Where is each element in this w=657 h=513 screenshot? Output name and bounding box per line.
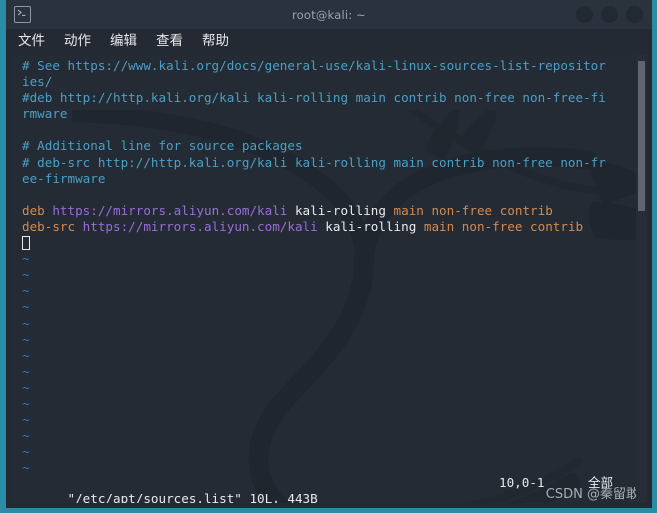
line-segment: https://www.kali.org/docs/general-use/ka… (67, 58, 606, 73)
tilde-row: ~ (22, 283, 647, 299)
tilde-glyph: ~ (22, 460, 30, 476)
status-file-info: "/etc/apt/sources.list" 10L, 443B (67, 491, 318, 503)
tilde-row: ~ (22, 251, 647, 267)
tilde-glyph: ~ (22, 379, 30, 395)
terminal-body[interactable]: # See https://www.kali.org/docs/general-… (12, 55, 647, 503)
line-segment-url: https://mirrors.aliyun.com/kali (82, 218, 318, 234)
line-segment-components: main non-free contrib (416, 218, 584, 234)
menu-item-view[interactable]: 查看 (156, 35, 183, 49)
terminal-icon (14, 6, 31, 23)
close-button[interactable] (626, 6, 643, 23)
tilde-row: ~ (22, 444, 647, 460)
terminal-screen: # See https://www.kali.org/docs/general-… (12, 55, 647, 503)
tilde-row: ~ (22, 348, 647, 364)
tilde-glyph: ~ (22, 315, 30, 331)
tilde-row: ~ (22, 428, 647, 444)
tilde-row: ~ (22, 316, 647, 332)
window-title: root@kali: ~ (291, 7, 367, 22)
line-segment-keyword: deb-src (22, 218, 83, 234)
maximize-button[interactable] (601, 6, 618, 23)
tilde-row: ~ (22, 412, 647, 428)
line-segment: # Additional line for source packages (22, 138, 303, 154)
terminal-line: # Additional line for source packages (22, 138, 647, 154)
tilde-glyph: ~ (22, 412, 30, 428)
window-controls (576, 0, 643, 29)
block-cursor (22, 236, 30, 251)
line-segment: #deb http://http.kali.org/kali kali-roll… (22, 90, 606, 106)
terminal-line-debsrc: deb-src https://mirrors.aliyun.com/kali … (22, 219, 647, 235)
tilde-row: ~ (22, 299, 647, 315)
scrollbar[interactable] (636, 55, 647, 503)
menu-item-file[interactable]: 文件 (18, 35, 45, 49)
line-segment: rmware (22, 106, 68, 122)
tilde-row: ~ (22, 364, 647, 380)
tilde-glyph: ~ (22, 283, 30, 299)
tilde-glyph: ~ (22, 331, 30, 347)
tilde-row: ~ (22, 380, 647, 396)
tilde-glyph: ~ (22, 251, 30, 267)
line-segment: # See (22, 58, 68, 73)
tilde-glyph: ~ (22, 267, 30, 283)
terminal-line: # See https://www.kali.org/docs/general-… (22, 58, 647, 74)
line-segment-components: main non-free contrib (385, 202, 553, 218)
tilde-glyph: ~ (22, 363, 30, 379)
menu-item-help[interactable]: 帮助 (202, 35, 229, 49)
menu-item-edit[interactable]: 编辑 (110, 35, 137, 49)
menu-item-actions[interactable]: 动作 (64, 35, 91, 49)
terminal-line: ee-firmware (22, 171, 647, 187)
title-bar[interactable]: root@kali: ~ (6, 0, 652, 29)
tilde-glyph: ~ (22, 444, 30, 460)
cursor-row (22, 235, 647, 251)
scrollbar-thumb[interactable] (638, 61, 645, 211)
terminal-line: rmware (22, 106, 647, 122)
terminal-window: root@kali: ~ 文件 动作 编辑 查看 帮助 # See https:… (0, 0, 657, 513)
line-segment: ies/ (22, 74, 53, 90)
terminal-line: #deb http://http.kali.org/kali kali-roll… (22, 90, 647, 106)
line-segment-suite: kali-rolling (287, 202, 386, 218)
menu-bar: 文件 动作 编辑 查看 帮助 (6, 29, 652, 55)
terminal-line: ies/ (22, 74, 647, 90)
tilde-glyph: ~ (22, 428, 30, 444)
tilde-row: ~ (22, 332, 647, 348)
tilde-glyph: ~ (22, 347, 30, 363)
tilde-glyph: ~ (22, 395, 30, 411)
line-segment-keyword: deb (22, 202, 53, 218)
terminal-prompt-glyph (17, 9, 26, 16)
terminal-line: # deb-src http://http.kali.org/kali kali… (22, 155, 647, 171)
line-segment-url: https://mirrors.aliyun.com/kali (52, 202, 288, 218)
line-segment: # deb-src http://http.kali.org/kali kali… (22, 154, 606, 170)
line-segment: ee-firmware (22, 170, 106, 186)
status-cursor-position: 10,0-1 (499, 475, 545, 490)
terminal-line-deb: deb https://mirrors.aliyun.com/kali kali… (22, 203, 647, 219)
tilde-row: ~ (22, 396, 647, 412)
line-segment-suite: kali-rolling (317, 218, 417, 234)
tilde-column: ~ ~ ~ ~ ~ ~ ~ ~ ~ ~ ~ ~ ~ ~ (22, 251, 647, 476)
minimize-button[interactable] (576, 6, 593, 23)
csdn-watermark: CSDN @秦留敢 (545, 487, 639, 502)
tilde-row: ~ (22, 267, 647, 283)
tilde-glyph: ~ (22, 299, 30, 315)
